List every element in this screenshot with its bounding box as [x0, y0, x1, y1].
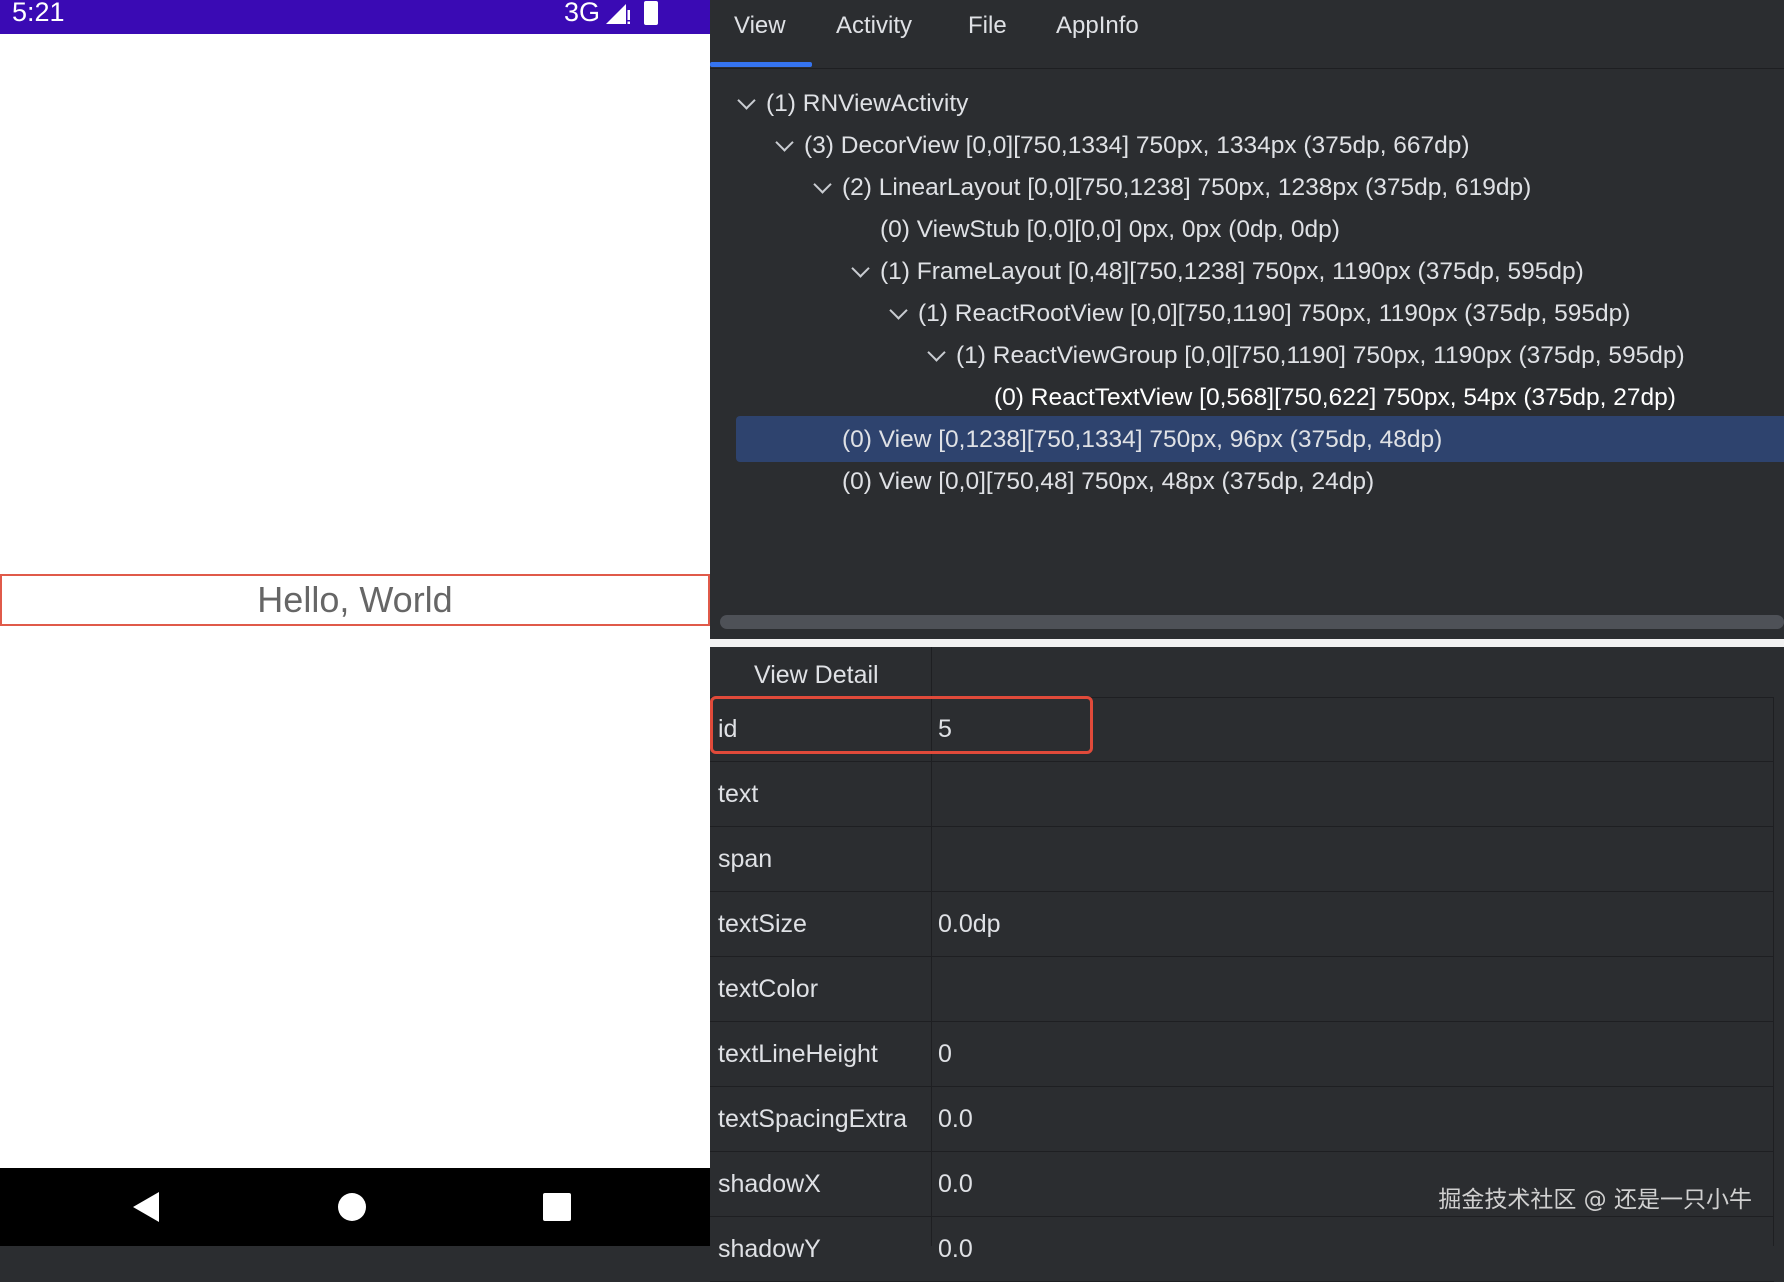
- detail-title: View Detail: [754, 661, 879, 689]
- row-value: 0.0dp: [938, 910, 1001, 938]
- row-key: text: [718, 780, 759, 808]
- horizontal-scrollbar[interactable]: [720, 615, 1784, 629]
- tab-appinfo[interactable]: AppInfo: [1056, 0, 1139, 66]
- signal-icon: [606, 3, 630, 24]
- tree-node-label: (0) View [0,1238][750,1334] 750px, 96px …: [842, 426, 1443, 453]
- tree-node-label: (0) View [0,0][750,48] 750px, 48px (375d…: [842, 468, 1375, 495]
- tab-file[interactable]: File: [968, 0, 1007, 66]
- tree-node-label: (0) ReactTextView [0,568][750,622] 750px…: [994, 384, 1676, 411]
- watermark: 掘金技术社区 @ 还是一只小牛: [1438, 1187, 1752, 1213]
- back-button[interactable]: [106, 1168, 186, 1246]
- row-key: textSpacingExtra: [718, 1105, 907, 1133]
- row-key: textLineHeight: [718, 1040, 878, 1068]
- row-key: textColor: [718, 975, 819, 1003]
- row-key: span: [718, 845, 773, 873]
- tree-node-view-navbar[interactable]: (0) View [0,1238][750,1334] 750px, 96px …: [812, 418, 1442, 462]
- inspector-panel: View Activity File AppInfo (1) RNViewAct…: [710, 0, 1784, 1282]
- chevron-down-icon: [813, 175, 832, 194]
- tab-bar: View Activity File AppInfo: [710, 0, 1784, 69]
- detail-row-text[interactable]: text: [710, 762, 1774, 827]
- status-indicators: 3G: [564, 0, 658, 28]
- tree-node-label: (1) ReactRootView [0,0][750,1190] 750px,…: [918, 300, 1631, 327]
- row-value: 0.0: [938, 1170, 973, 1198]
- hello-world-text[interactable]: Hello, World: [0, 574, 710, 626]
- row-value: 0: [938, 1040, 952, 1068]
- tab-activity[interactable]: Activity: [836, 0, 912, 66]
- row-value: 0.0: [938, 1235, 973, 1263]
- phone-screen: 5:21 3G Hello, World: [0, 0, 710, 1246]
- home-icon: [338, 1193, 366, 1221]
- tree-node-viewstub[interactable]: (0) ViewStub [0,0][0,0] 0px, 0px (0dp, 0…: [850, 208, 1340, 252]
- hello-world-label: Hello, World: [257, 579, 453, 620]
- view-tree: (1) RNViewActivity (3) DecorView [0,0][7…: [710, 78, 1784, 638]
- row-key: shadowY: [718, 1235, 821, 1263]
- navigation-bar: [0, 1168, 710, 1246]
- home-button[interactable]: [312, 1168, 392, 1246]
- tree-node-reactviewgroup[interactable]: (1) ReactViewGroup [0,0][750,1190] 750px…: [926, 334, 1685, 378]
- back-icon: [133, 1192, 159, 1222]
- detail-row-textlineheight[interactable]: textLineHeight 0: [710, 1022, 1774, 1087]
- tree-node-label: (1) FrameLayout [0,48][750,1238] 750px, …: [880, 258, 1584, 285]
- detail-row-textsize[interactable]: textSize 0.0dp: [710, 892, 1774, 957]
- active-tab-indicator: [710, 62, 812, 67]
- detail-row-span[interactable]: span: [710, 827, 1774, 892]
- tree-node-view-statusbar[interactable]: (0) View [0,0][750,48] 750px, 48px (375d…: [812, 460, 1374, 504]
- tree-node-label: (2) LinearLayout [0,0][750,1238] 750px, …: [842, 174, 1532, 201]
- row-key: textSize: [718, 910, 807, 938]
- row-key: shadowX: [718, 1170, 821, 1198]
- tree-node-label: (0) ViewStub [0,0][0,0] 0px, 0px (0dp, 0…: [880, 216, 1340, 243]
- detail-row-textspacingextra[interactable]: textSpacingExtra 0.0: [710, 1087, 1774, 1152]
- tree-node-framelayout[interactable]: (1) FrameLayout [0,48][750,1238] 750px, …: [850, 250, 1584, 294]
- tree-node-label: (3) DecorView [0,0][750,1334] 750px, 133…: [804, 132, 1470, 159]
- tree-node-decorview[interactable]: (3) DecorView [0,0][750,1334] 750px, 133…: [774, 124, 1470, 168]
- tab-view[interactable]: View: [734, 0, 786, 66]
- row-value: 0.0: [938, 1105, 973, 1133]
- network-type: 3G: [563, 0, 600, 27]
- status-time: 5:21: [12, 0, 65, 27]
- tree-node-label: (1) RNViewActivity: [766, 90, 969, 117]
- status-bar: 5:21 3G: [0, 0, 710, 34]
- chevron-down-icon: [775, 133, 794, 152]
- chevron-down-icon: [889, 301, 908, 320]
- tree-node-reacttextview-selected[interactable]: (0) ReactTextView [0,568][750,622] 750px…: [964, 376, 1676, 420]
- tree-node-linearlayout[interactable]: (2) LinearLayout [0,0][750,1238] 750px, …: [812, 166, 1531, 210]
- detail-row-shadowy[interactable]: shadowY 0.0: [710, 1217, 1774, 1282]
- tree-node-label: (1) ReactViewGroup [0,0][750,1190] 750px…: [956, 342, 1685, 369]
- tree-node-rnviewactivity[interactable]: (1) RNViewActivity: [736, 82, 968, 126]
- chevron-down-icon: [737, 91, 756, 110]
- recents-button[interactable]: [517, 1168, 597, 1246]
- recents-icon: [543, 1193, 571, 1221]
- battery-icon: [644, 0, 658, 25]
- tree-node-reactrootview[interactable]: (1) ReactRootView [0,0][750,1190] 750px,…: [888, 292, 1630, 336]
- detail-header: View Detail: [710, 647, 1774, 698]
- panel-splitter[interactable]: [710, 639, 1784, 647]
- chevron-down-icon: [927, 343, 946, 362]
- chevron-down-icon: [851, 259, 870, 278]
- detail-row-textcolor[interactable]: textColor: [710, 957, 1774, 1022]
- view-detail-table: View Detail id 5 text span textSize 0.0d…: [710, 647, 1784, 1282]
- id-row-annotation-box: [710, 696, 1093, 754]
